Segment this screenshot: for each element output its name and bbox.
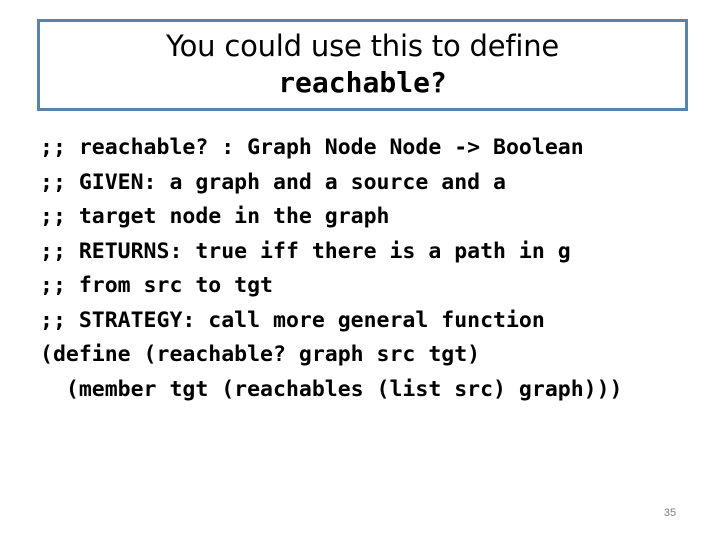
- code-line: ;; target node in the graph: [40, 204, 390, 229]
- title-line-primary: You could use this to define: [165, 29, 560, 63]
- page-number: 35: [663, 507, 677, 519]
- code-block: ;; reachable? : Graph Node Node -> Boole…: [40, 131, 680, 407]
- code-line: (member tgt (reachables (list src) graph…: [40, 376, 623, 402]
- code-line: ;; from src to tgt: [40, 273, 273, 298]
- title-line-secondary: reachable?: [278, 66, 447, 99]
- code-line: ;; GIVEN: a graph and a source and a: [40, 169, 506, 195]
- code-line: ;; RETURNS: true iff there is a path in …: [40, 238, 571, 264]
- code-line: (define (reachable? graph src tgt): [40, 342, 481, 367]
- title-box: You could use this to define reachable?: [37, 19, 688, 111]
- code-line: ;; STRATEGY: call more general function: [40, 307, 545, 333]
- code-line: ;; reachable? : Graph Node Node -> Boole…: [40, 135, 584, 160]
- slide-canvas: You could use this to define reachable? …: [0, 0, 720, 540]
